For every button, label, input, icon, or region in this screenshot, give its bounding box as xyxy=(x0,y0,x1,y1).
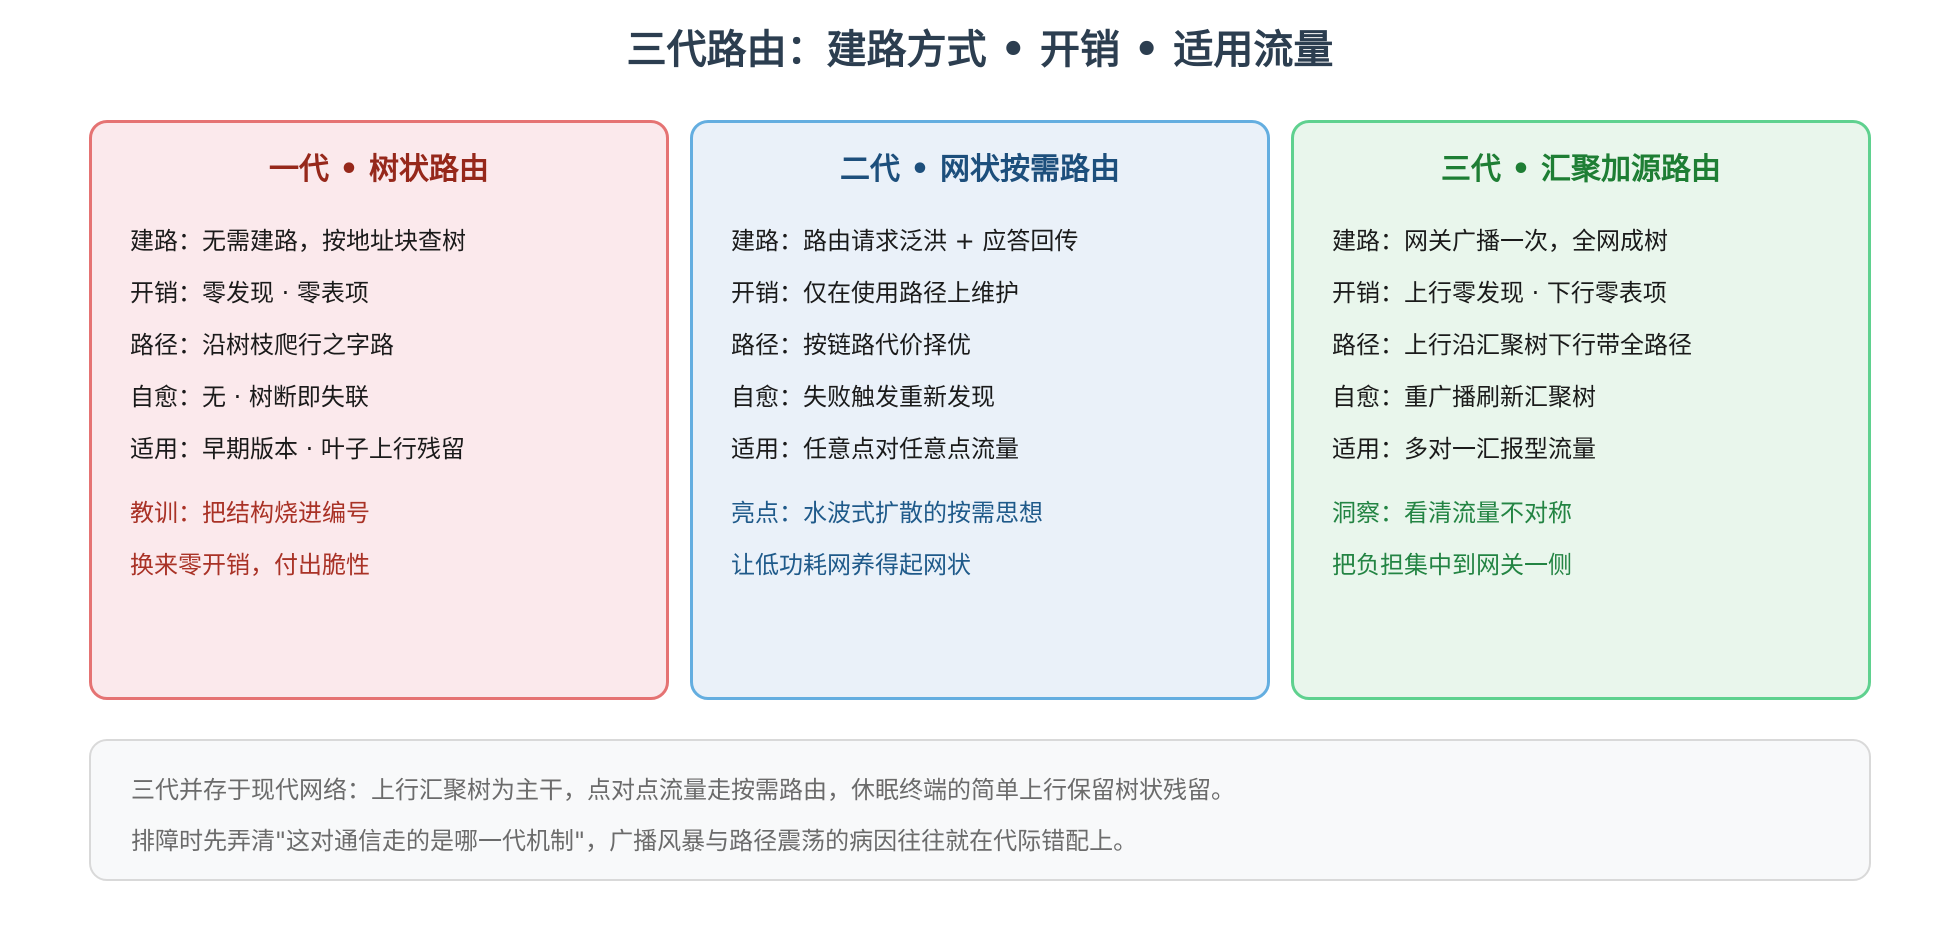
attr-path: 路径：上行沿汇聚树下行带全路径 xyxy=(1332,331,1692,359)
card-title: 一代 • 树状路由 xyxy=(268,152,490,187)
card-title: 二代 • 网状按需路由 xyxy=(839,152,1121,187)
card-attribute-list: 建路：路由请求泛洪 + 应答回传 开销：仅在使用路径上维护 路径：按链路代价择优… xyxy=(731,215,1078,475)
attr-applicable: 适用：任意点对任意点流量 xyxy=(731,435,1019,463)
card-note-list: 亮点：水波式扩散的按需思想 让低功耗网养得起网状 xyxy=(731,487,1043,591)
summary-footer: 三代并存于现代网络：上行汇聚树为主干，点对点流量走按需路由，休眠终端的简单上行保… xyxy=(89,739,1871,881)
attr-self-heal: 自愈：失败触发重新发现 xyxy=(731,383,995,411)
attr-build: 建路：网关广播一次，全网成树 xyxy=(1332,227,1668,255)
note-line: 让低功耗网养得起网状 xyxy=(731,551,971,579)
card-title: 三代 • 汇聚加源路由 xyxy=(1440,152,1722,187)
card-gen3-aggregation-source-routing: 三代 • 汇聚加源路由 建路：网关广播一次，全网成树 开销：上行零发现 · 下行… xyxy=(1291,120,1871,700)
attr-build: 建路：路由请求泛洪 + 应答回传 xyxy=(731,227,1079,255)
attr-self-heal: 自愈：重广播刷新汇聚树 xyxy=(1332,383,1596,411)
attr-overhead: 开销：仅在使用路径上维护 xyxy=(731,279,1019,307)
card-gen1-tree-routing: 一代 • 树状路由 建路：无需建路，按地址块查树 开销：零发现 · 零表项 路径… xyxy=(89,120,669,700)
attr-path: 路径：沿树枝爬行之字路 xyxy=(130,331,394,359)
card-note-list: 洞察：看清流量不对称 把负担集中到网关一侧 xyxy=(1332,487,1572,591)
card-attribute-list: 建路：网关广播一次，全网成树 开销：上行零发现 · 下行零表项 路径：上行沿汇聚… xyxy=(1332,215,1692,475)
attr-path: 路径：按链路代价择优 xyxy=(731,331,971,359)
card-attribute-list: 建路：无需建路，按地址块查树 开销：零发现 · 零表项 路径：沿树枝爬行之字路 … xyxy=(130,215,466,475)
page-title: 三代路由：建路方式 • 开销 • 适用流量 xyxy=(626,27,1334,73)
attr-applicable: 适用：多对一汇报型流量 xyxy=(1332,435,1596,463)
footer-line: 三代并存于现代网络：上行汇聚树为主干，点对点流量走按需路由，休眠终端的简单上行保… xyxy=(131,776,1235,804)
attr-build: 建路：无需建路，按地址块查树 xyxy=(130,227,466,255)
note-line: 换来零开销，付出脆性 xyxy=(130,551,370,579)
attr-self-heal: 自愈：无 · 树断即失联 xyxy=(130,383,369,411)
note-line: 把负担集中到网关一侧 xyxy=(1332,551,1572,579)
card-note-list: 教训：把结构烧进编号 换来零开销，付出脆性 xyxy=(130,487,370,591)
attr-overhead: 开销：上行零发现 · 下行零表项 xyxy=(1332,279,1667,307)
note-line: 亮点：水波式扩散的按需思想 xyxy=(731,499,1043,527)
attr-overhead: 开销：零发现 · 零表项 xyxy=(130,279,369,307)
card-gen2-mesh-on-demand-routing: 二代 • 网状按需路由 建路：路由请求泛洪 + 应答回传 开销：仅在使用路径上维… xyxy=(690,120,1270,700)
attr-applicable: 适用：早期版本 · 叶子上行残留 xyxy=(130,435,465,463)
note-line: 教训：把结构烧进编号 xyxy=(130,499,370,527)
footer-line: 排障时先弄清"这对通信走的是哪一代机制"，广播风暴与路径震荡的病因往往就在代际错… xyxy=(131,827,1138,855)
note-line: 洞察：看清流量不对称 xyxy=(1332,499,1572,527)
